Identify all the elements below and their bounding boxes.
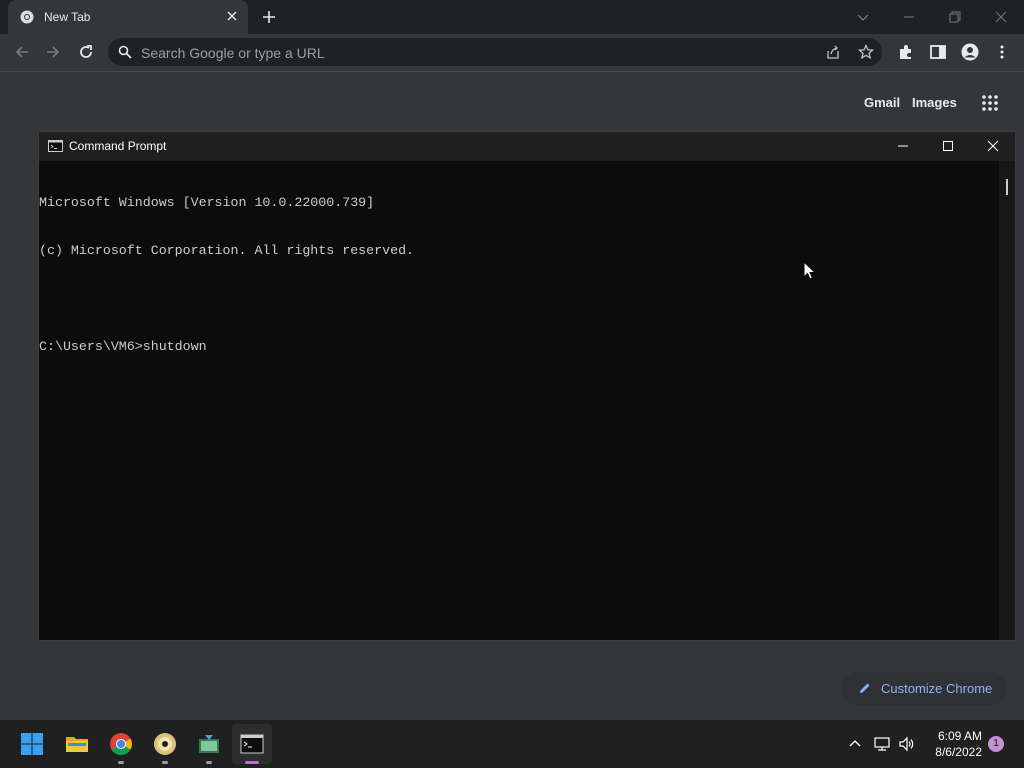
command-prompt-window[interactable]: Command Prompt Microsoft Windows [Versio…: [38, 131, 1016, 641]
extensions-icon[interactable]: [897, 43, 915, 61]
file-explorer-icon: [66, 737, 88, 752]
forward-icon[interactable]: [43, 42, 63, 62]
taskbar-app[interactable]: [189, 724, 229, 764]
chrome-favicon-icon: [20, 10, 34, 24]
reload-icon[interactable]: [76, 42, 96, 62]
mouse-cursor-icon: [803, 261, 817, 280]
running-indicator: [162, 761, 168, 764]
customize-chrome-button[interactable]: Customize Chrome: [842, 672, 1007, 705]
network-icon[interactable]: [873, 735, 891, 753]
cmd-minimize-icon[interactable]: [894, 137, 912, 155]
omnibox-placeholder: Search Google or type a URL: [141, 45, 325, 61]
browser-toolbar: Search Google or type a URL: [0, 34, 1024, 72]
cmd-maximize-icon[interactable]: [939, 137, 957, 155]
pencil-icon: [860, 683, 870, 693]
clock-time[interactable]: 6:09 AM: [924, 729, 982, 743]
taskbar-file-explorer[interactable]: [57, 724, 97, 764]
omnibox[interactable]: Search Google or type a URL: [108, 38, 882, 66]
back-icon[interactable]: [12, 42, 32, 62]
start-icon: [21, 733, 43, 755]
new-tab-button[interactable]: [258, 6, 280, 28]
taskbar-disc-app[interactable]: [145, 724, 185, 764]
chevron-up-icon[interactable]: [846, 735, 864, 753]
console-line: Microsoft Windows [Version 10.0.22000.73…: [39, 195, 375, 210]
taskbar: [0, 720, 1024, 768]
close-window-icon[interactable]: [990, 6, 1012, 28]
minimize-icon[interactable]: [898, 6, 920, 28]
cmd-close-icon[interactable]: [984, 137, 1002, 155]
cmd-title: Command Prompt: [69, 139, 167, 153]
profile-icon[interactable]: [961, 43, 979, 61]
share-icon[interactable]: [825, 44, 841, 60]
cmd-titlebar[interactable]: Command Prompt: [39, 132, 1015, 161]
images-link[interactable]: Images: [912, 95, 957, 110]
taskbar-command-prompt[interactable]: [232, 724, 272, 764]
console-prompt-line: C:\Users\VM6>shutdown: [39, 339, 207, 354]
side-panel-icon[interactable]: [929, 43, 947, 61]
start-button[interactable]: [12, 724, 52, 764]
console-line: (c) Microsoft Corporation. All rights re…: [39, 243, 415, 258]
volume-icon[interactable]: [898, 735, 916, 753]
active-indicator: [245, 761, 259, 764]
clock-date[interactable]: 8/6/2022: [924, 745, 982, 759]
command-prompt-icon: [48, 140, 63, 152]
bookmark-star-icon[interactable]: [858, 44, 874, 60]
customize-chrome-label: Customize Chrome: [881, 681, 993, 696]
taskbar-chrome[interactable]: [101, 724, 141, 764]
search-icon: [118, 45, 132, 59]
google-apps-icon[interactable]: [981, 94, 999, 112]
tab-strip: New Tab: [0, 0, 1024, 34]
running-indicator: [206, 761, 212, 764]
notification-badge[interactable]: 1: [988, 736, 1004, 752]
menu-kebab-icon[interactable]: [993, 43, 1011, 61]
restore-icon[interactable]: [944, 6, 966, 28]
gmail-link[interactable]: Gmail: [864, 95, 900, 110]
tab-search-icon[interactable]: [852, 6, 874, 28]
command-prompt-icon: [240, 734, 264, 754]
running-indicator: [118, 761, 124, 764]
disc-icon: [154, 733, 176, 755]
cmd-scrollbar[interactable]: [999, 161, 1015, 640]
cmd-scroll-thumb[interactable]: [1006, 179, 1008, 195]
chrome-icon: [110, 733, 132, 755]
tab-new-tab[interactable]: New Tab: [8, 0, 248, 34]
cmd-console-output[interactable]: Microsoft Windows [Version 10.0.22000.73…: [39, 163, 999, 639]
app-icon: [199, 735, 219, 753]
close-tab-icon[interactable]: [224, 8, 240, 24]
tab-title: New Tab: [44, 10, 91, 24]
